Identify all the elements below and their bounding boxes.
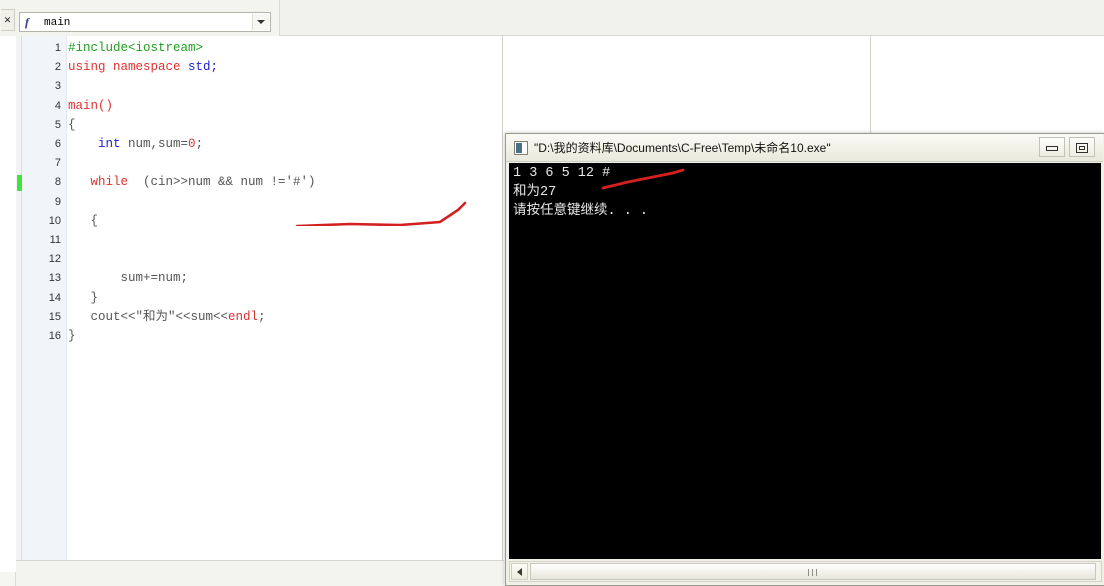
code-token: ; (258, 309, 266, 324)
line-number: 12 (48, 253, 61, 266)
code-line[interactable]: sum+=num; (68, 271, 189, 286)
app-root: ✕ f main 1 2 3 4 5 6 7 8 9 10 11 12 13 14 15 16 #includ… (0, 0, 1104, 586)
line-number: 10 (48, 214, 61, 227)
line-number: 5 (54, 118, 61, 131)
code-editor-panel[interactable]: 1 2 3 4 5 6 7 8 9 10 11 12 13 14 15 16 #include<iostrea… (16, 36, 503, 560)
toolbar-divider (279, 0, 280, 36)
execution-line-marker (17, 175, 22, 192)
line-number: 8 (54, 176, 61, 189)
console-line: 1 3 6 5 12 # (513, 166, 611, 181)
code-token: using namespace (68, 60, 189, 75)
console-titlebar[interactable]: "D:\我的资料库\Documents\C-Free\Temp\未命名10.ex… (506, 134, 1103, 162)
console-line: 和为27 (513, 185, 557, 200)
restore-icon[interactable] (1069, 137, 1095, 157)
editor-right-column (870, 36, 1104, 148)
console-title: "D:\我的资料库\Documents\C-Free\Temp\未命名10.ex… (534, 141, 831, 155)
editor-toolbar: ✕ f main (0, 0, 1104, 36)
editor-bottom-strip (16, 560, 504, 586)
code-token: endl (228, 309, 259, 324)
scrollbar-thumb[interactable] (530, 563, 1096, 580)
code-line[interactable]: cout<<"和为"<<sum<<endl; (68, 310, 266, 324)
line-number: 2 (54, 61, 61, 74)
line-number: 11 (49, 234, 61, 246)
code-token: { (68, 117, 76, 132)
line-number: 13 (48, 272, 61, 285)
code-token: } (68, 329, 76, 343)
breakpoint-marker-strip[interactable] (16, 36, 22, 560)
line-number: 14 (48, 291, 61, 304)
console-output[interactable]: 1 3 6 5 12 # 和为27 请按任意键继续. . . (509, 163, 1101, 559)
line-number: 7 (54, 157, 61, 170)
code-line[interactable]: { (68, 213, 99, 228)
code-line[interactable]: #include<iostream> (68, 41, 203, 55)
code-token: int (98, 137, 129, 151)
code-line[interactable]: { (68, 118, 76, 132)
code-token: #include<iostream> (68, 41, 204, 55)
code-text-area[interactable]: #include<iostream> using namespace std; ma… (68, 36, 502, 560)
code-token: { (68, 213, 99, 228)
line-number: 16 (48, 330, 61, 342)
function-combo-value: main (44, 17, 71, 29)
line-number: 4 (54, 99, 61, 112)
console-line: 请按任意键继续. . . (513, 204, 649, 219)
line-number: 9 (54, 195, 61, 208)
code-token: std; (188, 60, 219, 75)
code-token: cout<<"和为"<<sum<< (68, 309, 229, 324)
line-number: 3 (54, 80, 61, 93)
code-line[interactable]: while (cin>>num && num !='#') (68, 175, 316, 189)
code-line[interactable]: int num,sum=0; (68, 137, 203, 151)
code-token: while (90, 175, 129, 190)
line-number: 15 (48, 310, 61, 323)
code-token: (cin>>num && num !='#') (128, 175, 316, 190)
code-token: ; (195, 137, 204, 151)
panel-close-icon[interactable]: ✕ (1, 9, 15, 31)
code-line[interactable]: main() (68, 99, 113, 113)
minimize-icon[interactable] (1039, 137, 1065, 157)
console-app-icon (514, 141, 528, 155)
code-line[interactable]: using namespace std; (68, 60, 218, 74)
code-line[interactable]: } (68, 329, 76, 343)
line-number: 1 (54, 42, 61, 54)
code-token: num,sum= (128, 137, 189, 151)
line-number-gutter: 1 2 3 4 5 6 7 8 9 10 11 12 13 14 15 16 (16, 36, 67, 560)
function-icon: f (25, 15, 29, 29)
console-window[interactable]: "D:\我的资料库\Documents\C-Free\Temp\未命名10.ex… (505, 133, 1104, 586)
scroll-left-arrow-icon[interactable] (511, 563, 528, 580)
code-token: main() (68, 98, 114, 113)
code-line[interactable]: } (68, 290, 99, 305)
function-select-combobox[interactable]: f main (19, 12, 271, 32)
code-token: 0 (188, 137, 196, 151)
line-number: 6 (54, 138, 61, 150)
chevron-down-icon[interactable] (252, 14, 269, 30)
code-token: sum+=num; (68, 271, 189, 286)
code-token: } (68, 290, 99, 305)
console-horizontal-scrollbar[interactable] (509, 561, 1102, 582)
